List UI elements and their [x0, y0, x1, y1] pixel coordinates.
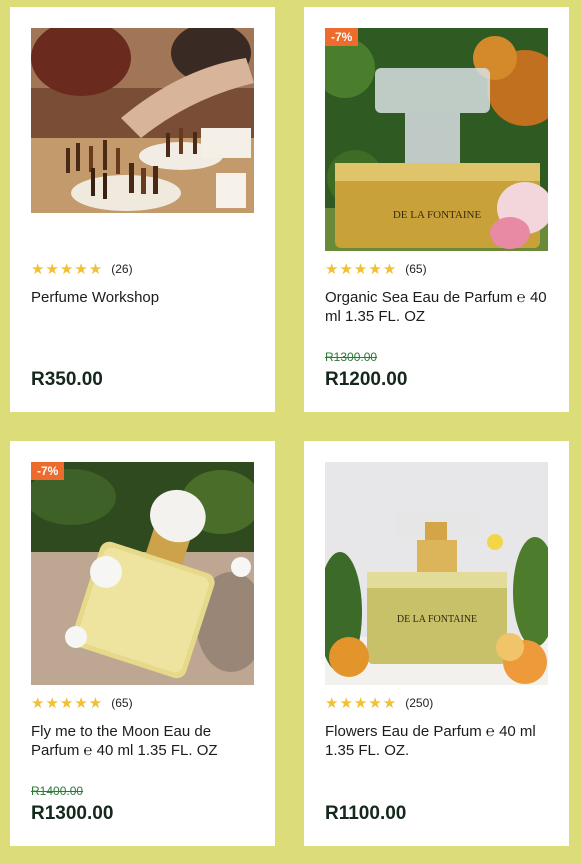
perfume-bottle-photo-icon — [31, 462, 254, 685]
rating: ★★★★★ (65) — [31, 694, 133, 712]
star-rating-icon: ★★★★★ — [325, 695, 398, 712]
product-price: R1200.00 — [325, 369, 408, 390]
product-image[interactable]: -7% DE LA FONTAINE — [325, 28, 548, 251]
star-rating-icon: ★★★★★ — [31, 261, 104, 278]
product-title[interactable]: Fly me to the Moon Eau de Parfum ℮ 40 ml… — [31, 722, 256, 760]
rating: ★★★★★ (250) — [325, 694, 433, 712]
product-price: R350.00 — [31, 369, 103, 390]
original-price: R1300.00 — [325, 350, 378, 364]
discount-badge: -7% — [31, 462, 65, 480]
rating: ★★★★★ (65) — [325, 260, 427, 278]
review-count: (65) — [405, 262, 427, 276]
product-image[interactable] — [31, 28, 254, 213]
bottle-label: DE LA FONTAINE — [393, 209, 482, 221]
product-title[interactable]: Organic Sea Eau de Parfum ℮ 40 ml 1.35 F… — [325, 288, 550, 326]
star-rating-icon: ★★★★★ — [325, 261, 398, 278]
review-count: (65) — [111, 696, 133, 710]
review-count: (26) — [111, 262, 133, 276]
product-image[interactable]: -7% — [31, 462, 254, 685]
original-price: R1400.00 — [31, 784, 84, 798]
discount-badge: -7% — [325, 28, 359, 46]
product-price: R1100.00 — [325, 803, 407, 824]
perfume-bottle-photo-icon: DE LA FONTAINE — [325, 462, 548, 685]
product-card[interactable]: DE LA FONTAINE ★★★★★ (250) Flowers Eau d… — [304, 441, 569, 846]
product-title[interactable]: Perfume Workshop — [31, 288, 256, 307]
product-card[interactable]: ★★★★★ (26) Perfume Workshop R350.00 — [10, 7, 275, 412]
rating: ★★★★★ (26) — [31, 260, 133, 278]
star-rating-icon: ★★★★★ — [31, 695, 104, 712]
product-image[interactable]: DE LA FONTAINE — [325, 462, 548, 685]
perfume-workshop-photo-icon — [31, 28, 254, 213]
perfume-bottle-photo-icon: DE LA FONTAINE — [325, 28, 548, 251]
review-count: (250) — [405, 696, 434, 710]
bottle-label: DE LA FONTAINE — [397, 614, 477, 625]
product-price: R1300.00 — [31, 803, 114, 824]
product-card[interactable]: -7% ★★★★★ (65) Fly me to the Moon Eau de… — [10, 441, 275, 846]
product-title[interactable]: Flowers Eau de Parfum ℮ 40 ml 1.35 FL. O… — [325, 722, 550, 760]
product-card[interactable]: -7% DE LA FONTAINE ★★★★★ (65) Organic Se… — [304, 7, 569, 412]
